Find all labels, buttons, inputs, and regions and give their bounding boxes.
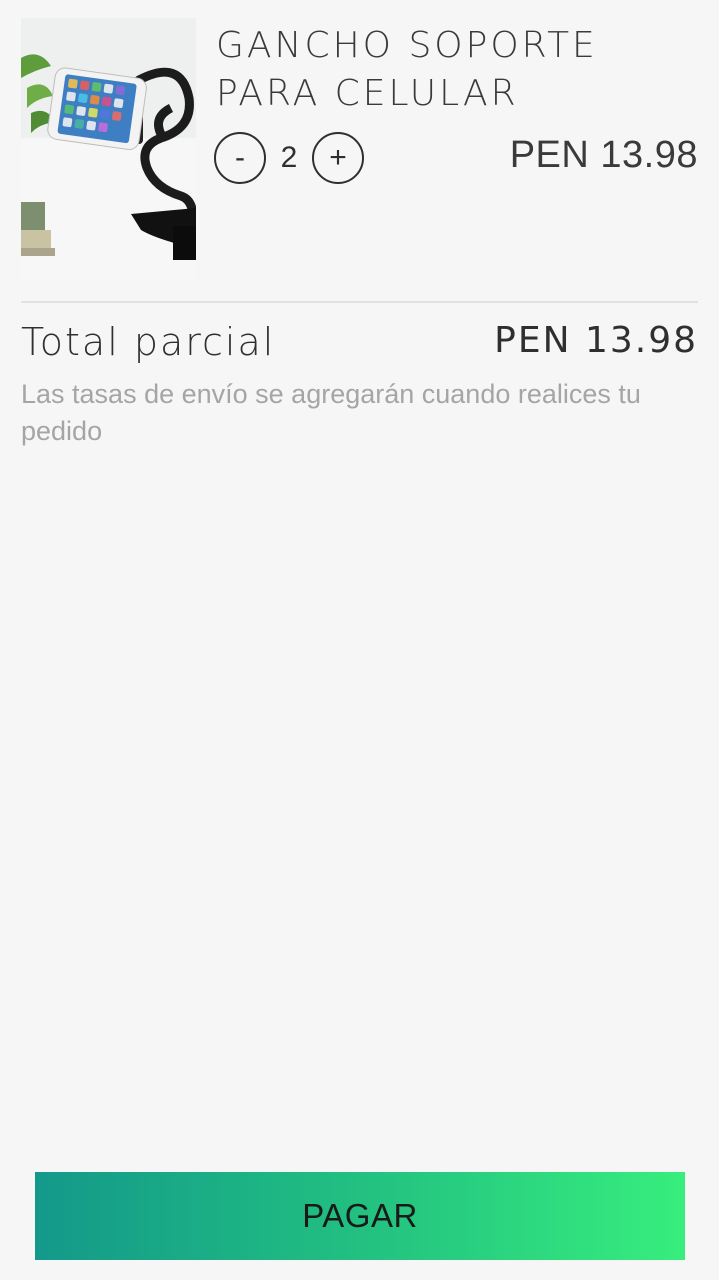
- divider: [21, 301, 698, 303]
- phone-holder-illustration: [21, 18, 196, 280]
- quantity-value: 2: [280, 141, 298, 174]
- increment-button[interactable]: +: [312, 132, 364, 184]
- item-price: PEN 13.98: [509, 134, 698, 176]
- cart-page: GANCHO SOPORTE PARA CELULAR - 2 + PEN 13…: [0, 0, 719, 1280]
- quantity-stepper: - 2 +: [214, 132, 364, 184]
- cart-item: GANCHO SOPORTE PARA CELULAR - 2 + PEN 13…: [21, 18, 698, 280]
- pay-button[interactable]: PAGAR: [35, 1172, 685, 1260]
- subtotal-value: PEN 13.98: [494, 320, 698, 361]
- product-image[interactable]: [21, 18, 196, 280]
- shipping-note: Las tasas de envío se agregarán cuando r…: [21, 379, 641, 446]
- subtotal-label: Total parcial: [21, 320, 276, 364]
- product-name: GANCHO SOPORTE PARA CELULAR: [216, 25, 598, 114]
- decrement-button[interactable]: -: [214, 132, 266, 184]
